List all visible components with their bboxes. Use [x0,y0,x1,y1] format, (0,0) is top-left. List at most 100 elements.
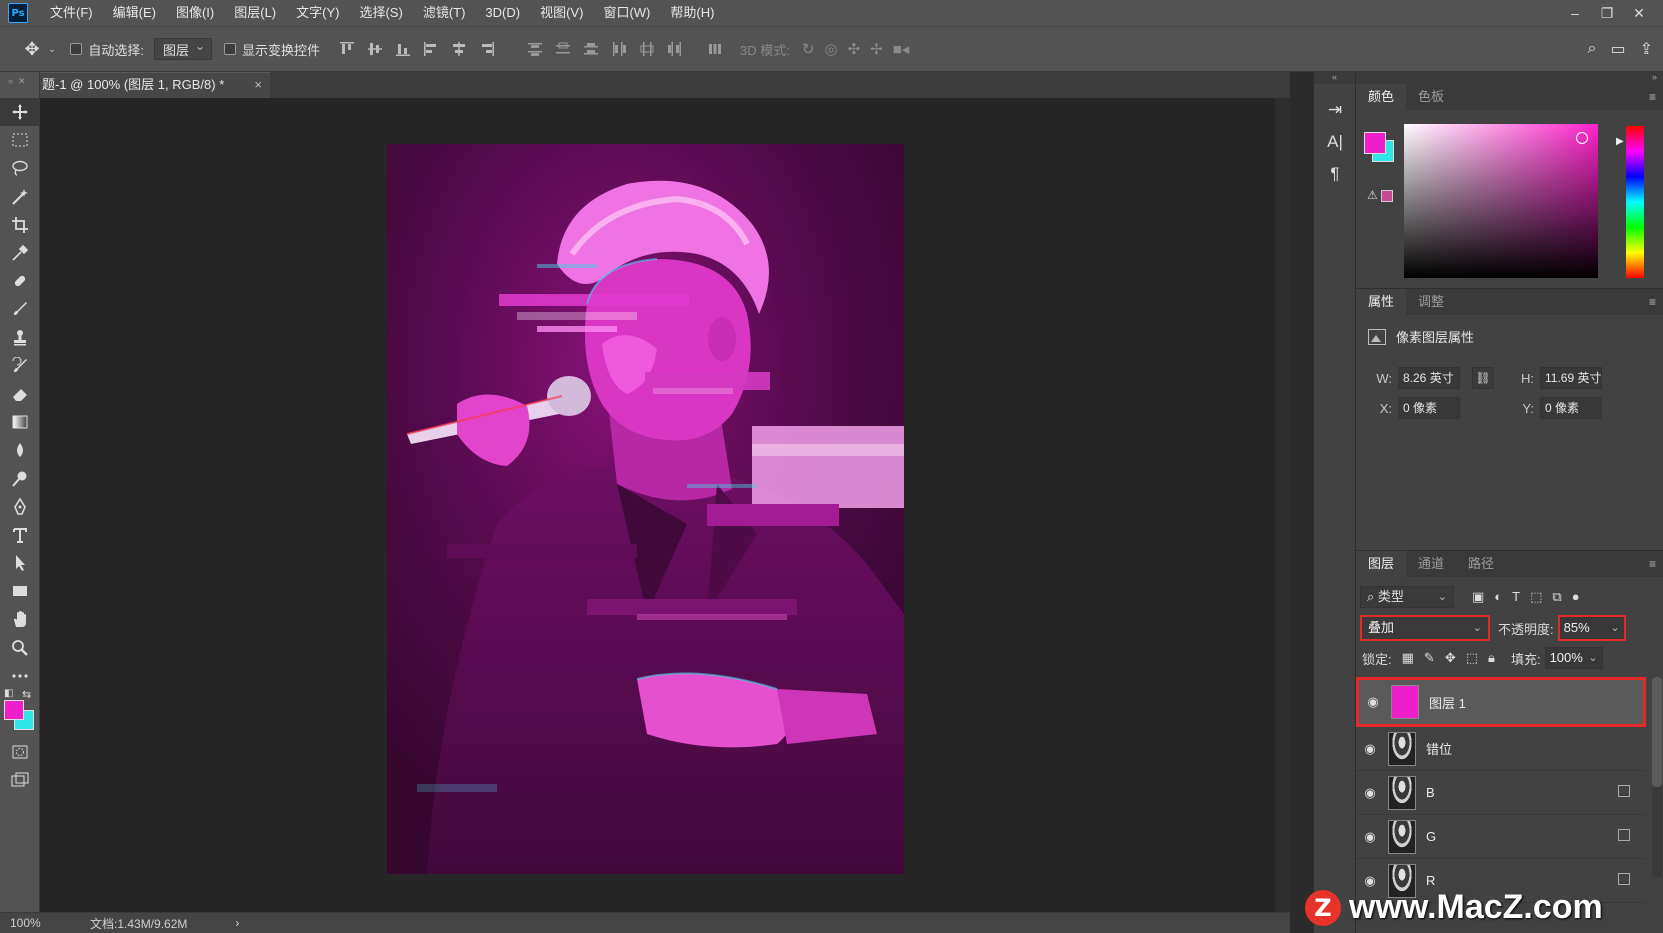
lock-paint-icon[interactable]: ✎ [1424,650,1435,666]
minimize-icon[interactable]: – [1559,5,1591,21]
layers-scroll-thumb[interactable] [1652,677,1662,787]
filter-smart-object-icon[interactable]: ⧉ [1552,589,1561,605]
gamut-warning-icon[interactable]: ⚠ [1367,188,1378,202]
paragraph-panel-icon[interactable]: ¶ [1314,158,1356,190]
eraser-tool-icon[interactable] [0,380,40,408]
canvas-area[interactable] [40,98,1290,912]
filter-pixel-icon[interactable]: ▣ [1472,589,1484,605]
tab-adjustments[interactable]: 调整 [1406,289,1456,315]
restore-icon[interactable]: ❐ [1591,5,1623,22]
distribute-left-icon[interactable] [608,38,630,60]
rectangle-tool-icon[interactable] [0,577,40,605]
character-panel-icon[interactable]: A| [1314,126,1356,158]
visibility-eye-icon[interactable]: ◉ [1359,694,1387,710]
menu-image[interactable]: 图像(I) [166,0,224,26]
move-tool-preset-icon[interactable]: ✥ [16,34,48,64]
roll-3d-icon[interactable]: ◎ [824,40,837,58]
more-tools-icon[interactable] [0,662,40,690]
layer-row-b[interactable]: ◉ B [1356,771,1646,815]
default-colors-icon[interactable]: ◧ [4,688,13,699]
foreground-color-swatch[interactable] [4,699,24,720]
align-left-icon[interactable] [420,38,442,60]
layer-row-offset[interactable]: ◉ 错位 [1356,727,1646,771]
link-dimensions-icon[interactable]: ⛓ [1472,367,1494,389]
menu-3d[interactable]: 3D(D) [475,0,530,26]
gradient-tool-icon[interactable] [0,408,40,436]
visibility-eye-icon[interactable]: ◉ [1356,741,1384,757]
align-bottom-icon[interactable] [392,38,414,60]
layer-row-g[interactable]: ◉ G [1356,815,1646,859]
dock-collapse-icon[interactable]: « [1314,72,1355,84]
auto-select-target-dropdown[interactable]: 图层 [154,38,213,60]
color-picker-field[interactable] [1404,124,1598,278]
move-tool-icon[interactable] [0,98,40,127]
blur-tool-icon[interactable] [0,436,40,464]
close-window-icon[interactable]: ✕ [1623,5,1655,22]
align-top-icon[interactable] [336,38,358,60]
history-panel-icon[interactable]: ⇥ [1314,94,1356,126]
glitch-portrait-artwork[interactable] [387,144,904,874]
type-tool-icon[interactable] [0,521,40,549]
color-picker-ring[interactable] [1576,132,1588,144]
visibility-eye-icon[interactable]: ◉ [1356,829,1384,845]
hand-tool-icon[interactable] [0,605,40,633]
status-menu-arrow[interactable]: › [187,916,239,930]
auto-select-checkbox[interactable]: 自动选择: [70,40,144,59]
menu-window[interactable]: 窗口(W) [593,0,660,26]
tab-channels[interactable]: 通道 [1406,551,1456,577]
share-icon[interactable]: ⇪ [1640,39,1653,59]
filter-toggle-icon[interactable]: ● [1572,589,1580,605]
zoom-level[interactable]: 100% [0,916,70,930]
lock-position-icon[interactable]: ✥ [1445,650,1456,666]
lock-transparent-icon[interactable]: ▦ [1402,650,1414,666]
auto-select-check-icon[interactable] [70,43,83,55]
distribute-hcenter-icon[interactable] [636,38,658,60]
menu-select[interactable]: 选择(S) [349,0,412,26]
lasso-tool-icon[interactable] [0,154,40,182]
filter-type-icon[interactable]: T [1512,589,1520,605]
workspace-icon[interactable]: ▭ [1610,39,1625,59]
marquee-tool-icon[interactable] [0,126,40,154]
menu-help[interactable]: 帮助(H) [660,0,724,26]
search-icon[interactable]: ⌕ [1588,40,1597,58]
slide-3d-icon[interactable]: ✢ [870,40,883,58]
tab-layers[interactable]: 图层 [1356,551,1407,577]
properties-panel-menu-icon[interactable]: ≡ [1649,295,1656,309]
distribute-top-icon[interactable] [524,38,546,60]
dodge-tool-icon[interactable] [0,464,40,492]
show-transform-check-icon[interactable] [224,43,237,55]
menu-type[interactable]: 文字(Y) [286,0,349,26]
orbit-3d-icon[interactable]: ↻ [802,40,815,58]
menu-edit[interactable]: 编辑(E) [103,0,166,26]
canvas-vertical-scrollbar[interactable] [1275,98,1290,912]
magic-wand-tool-icon[interactable] [0,183,40,211]
layer-filter-kind-dropdown[interactable]: ⌕ 类型 [1360,586,1454,608]
brush-tool-icon[interactable] [0,295,40,323]
menu-file[interactable]: 文件(F) [40,0,103,26]
layer-row-layer1[interactable]: ◉ 图层 1 [1356,677,1646,727]
layers-panel-menu-icon[interactable]: ≡ [1649,557,1656,571]
x-field[interactable]: 0 像素 [1398,397,1460,419]
drag-3d-icon[interactable]: ✣ [848,40,861,58]
close-tab-icon[interactable]: × [254,73,262,97]
distribute-bottom-icon[interactable] [580,38,602,60]
menu-layer[interactable]: 图层(L) [224,0,286,26]
screen-mode-icon[interactable] [0,766,40,794]
crop-tool-icon[interactable] [0,211,40,239]
align-vcenter-icon[interactable] [364,38,386,60]
filter-adjustment-icon[interactable]: ◐ [1494,589,1502,605]
visibility-eye-icon[interactable]: ◉ [1356,873,1384,889]
document-tab[interactable]: 题-1 @ 100% (图层 1, RGB/8) * × [40,72,270,98]
eyedropper-tool-icon[interactable] [0,239,40,267]
filter-shape-icon[interactable]: ⬚ [1530,589,1542,605]
fill-field[interactable]: 100% [1544,647,1603,669]
preset-dropdown-icon[interactable]: ⌄ [48,44,56,55]
visibility-eye-icon[interactable]: ◉ [1356,785,1384,801]
layers-scrollbar[interactable] [1652,677,1662,877]
tab-properties[interactable]: 属性 [1356,289,1407,315]
color-panel-menu-icon[interactable]: ≡ [1649,90,1656,104]
align-hcenter-icon[interactable] [448,38,470,60]
pen-tool-icon[interactable] [0,493,40,521]
gamut-swatch[interactable] [1381,190,1393,202]
clone-stamp-tool-icon[interactable] [0,324,40,352]
